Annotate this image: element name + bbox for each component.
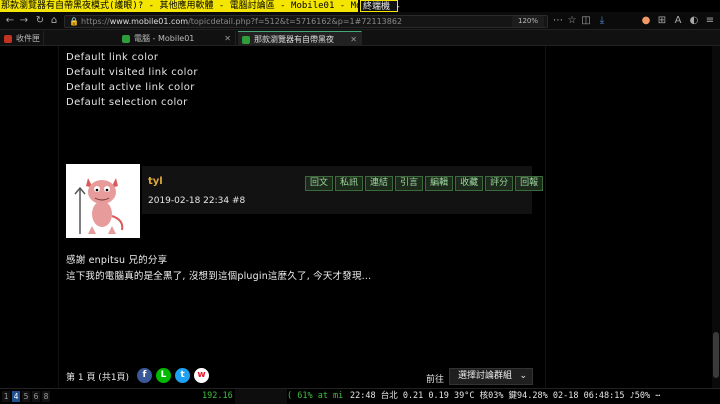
quote-button[interactable]: 引言 <box>395 176 424 191</box>
status-redacted-block <box>235 389 287 404</box>
setting-active-link-color: Default active link color <box>66 82 195 93</box>
hamburger-menu-icon[interactable]: ≡ <box>704 12 716 30</box>
system-status-bar: 1 4 5 6 8 192.16 ( 61% at mi 22:48 台北 0.… <box>0 388 720 404</box>
tab-inbox[interactable]: 收件匣 <box>0 31 44 46</box>
pocket-icon[interactable]: ◫ <box>580 12 592 30</box>
forum-group-select[interactable]: 選擇討論群組 ⌄ <box>449 368 533 385</box>
bookmark-star-icon[interactable]: ☆ <box>566 12 578 30</box>
post-actions: 回文 私訊 連結 引言 編輯 收藏 評分 回報 <box>305 176 545 192</box>
workspace-5[interactable]: 5 <box>22 391 30 402</box>
scrollbar-thumb[interactable] <box>713 332 719 378</box>
weibo-icon[interactable]: w <box>194 368 209 383</box>
tab-strip: 收件匣 電腦 - Mobile01 ✕ 那款瀏覽器有自帶黑夜 ✕ <box>0 30 720 46</box>
address-bar[interactable]: 🔒 https://www.mobile01.com/topicdetail.p… <box>64 15 548 28</box>
menu-dots-icon[interactable]: ⋯ <box>552 12 564 30</box>
url-prefix: https:// <box>81 17 110 26</box>
reply-button[interactable]: 回文 <box>305 176 334 191</box>
page-info: 第 1 頁 (共1頁) <box>66 373 130 383</box>
chevron-down-icon: ⌄ <box>519 371 527 381</box>
setting-selection-color: Default selection color <box>66 97 188 108</box>
lock-icon: 🔒 <box>69 17 79 26</box>
report-button[interactable]: 回報 <box>515 176 544 191</box>
private-message-button[interactable]: 私訊 <box>335 176 364 191</box>
gmail-icon <box>4 35 12 43</box>
forward-icon[interactable]: → <box>18 12 30 30</box>
browser-toolbar: ← → ↻ ⌂ 🔒 https://www.mobile01.com/topic… <box>0 12 720 30</box>
firefox-account-icon[interactable]: ● <box>640 12 652 30</box>
close-tab-icon[interactable]: ✕ <box>224 31 231 46</box>
zoom-level[interactable]: 120% <box>512 16 544 27</box>
setting-visited-link-color: Default visited link color <box>66 67 198 78</box>
terminal-window-label[interactable]: 終端機 - <box>360 0 401 12</box>
goto-label: 前往 <box>426 375 445 385</box>
workspace-1[interactable]: 1 <box>2 391 10 402</box>
extension-icon[interactable]: ◐ <box>688 12 700 30</box>
system-stats: 22:48 台北 0.21 0.19 39°C 核03% 鍵94.28% 02-… <box>350 391 661 401</box>
tab-current-topic[interactable]: 那款瀏覽器有自帶黑夜 ✕ <box>238 31 362 46</box>
favorite-button[interactable]: 收藏 <box>455 176 484 191</box>
network-address: 192.16 <box>202 391 233 401</box>
home-icon[interactable]: ⌂ <box>48 12 60 30</box>
edit-button[interactable]: 編輯 <box>425 176 454 191</box>
page-scrollbar[interactable] <box>712 46 720 388</box>
tab-label: 收件匣 <box>16 34 40 43</box>
avatar[interactable] <box>66 164 140 238</box>
facebook-icon[interactable]: f <box>137 368 152 383</box>
post-body-line-1: 感謝 enpitsu 兄的分享 <box>66 255 168 266</box>
setting-link-color: Default link color <box>66 52 159 63</box>
workspace-4[interactable]: 4 <box>12 391 20 402</box>
tab-mobile01-computer[interactable]: 電腦 - Mobile01 ✕ <box>118 31 236 46</box>
post-author[interactable]: tyl <box>148 176 163 187</box>
mobile01-icon <box>122 35 130 43</box>
url-host: www.mobile01.com <box>109 17 189 26</box>
battery-status: ( 61% at mi <box>287 391 344 401</box>
tab-label: 電腦 - Mobile01 <box>134 34 195 43</box>
color-settings-list: Default link color Default visited link … <box>66 50 198 110</box>
forum-group-select-label: 選擇討論群組 <box>458 371 513 381</box>
reader-icon[interactable]: A <box>672 12 684 30</box>
post-body-line-2: 這下我的電腦真的是全黑了, 沒想到這個plugin這麼久了, 今天才發現... <box>66 271 372 282</box>
line-icon[interactable]: L <box>156 368 171 383</box>
reload-icon[interactable]: ↻ <box>34 12 46 30</box>
post-date: 2019-02-18 22:34 #8 <box>148 196 246 206</box>
bsd-daemon-avatar-image <box>66 164 140 238</box>
workspace-6[interactable]: 6 <box>32 391 40 402</box>
page-content: Default link color Default visited link … <box>0 46 720 388</box>
library-icon[interactable]: ⊞ <box>656 12 668 30</box>
window-title: 那款瀏覽器有自帶黑夜模式(護眼)? - 其他應用軟體 - 電腦討論區 - Mob… <box>0 0 358 12</box>
link-button[interactable]: 連結 <box>365 176 394 191</box>
url-path: /topicdetail.php?f=512&t=5716162&p=1#721… <box>188 17 403 26</box>
download-icon[interactable]: ⤓ <box>596 12 608 30</box>
mobile01-icon <box>242 36 250 44</box>
tab-label: 那款瀏覽器有自帶黑夜 <box>254 35 334 44</box>
window-title-bar: 那款瀏覽器有自帶黑夜模式(護眼)? - 其他應用軟體 - 電腦討論區 - Mob… <box>0 0 720 12</box>
workspace-8[interactable]: 8 <box>42 391 50 402</box>
rate-button[interactable]: 評分 <box>485 176 514 191</box>
back-icon[interactable]: ← <box>4 12 16 30</box>
close-tab-icon[interactable]: ✕ <box>350 32 357 46</box>
twitter-icon[interactable]: t <box>175 368 190 383</box>
